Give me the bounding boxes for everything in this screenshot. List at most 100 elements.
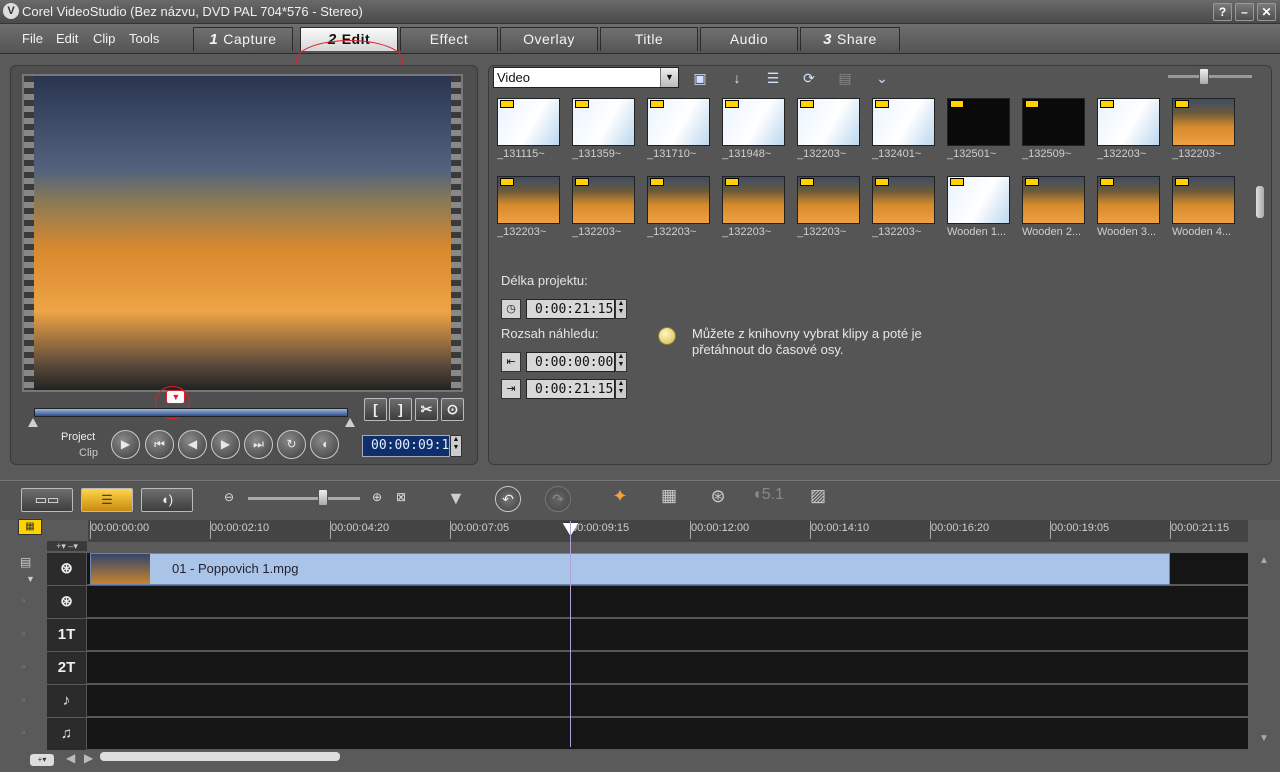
library-thumbnail[interactable]: Wooden 1... — [947, 176, 1010, 240]
preview-timecode[interactable]: 00:00:09:15 — [362, 435, 457, 457]
library-thumbnail[interactable]: _132401~ — [872, 98, 935, 162]
repeat-button[interactable]: ↻ — [277, 430, 306, 459]
undo-button[interactable]: ↶ — [495, 486, 521, 512]
scroll-left-icon[interactable]: ◀ — [66, 751, 75, 765]
chapter-marker-button[interactable]: ▨ — [803, 486, 833, 512]
overlay-track-icon[interactable]: ⊛ — [47, 586, 87, 618]
track-lock-icon[interactable]: ▫ — [22, 662, 34, 674]
menu-tools[interactable]: Tools — [129, 31, 159, 46]
library-thumbnail[interactable]: _132203~ — [872, 176, 935, 240]
timeline-horizontal-scrollbar[interactable] — [100, 752, 340, 761]
storyboard-view-button[interactable]: ▭▭ — [21, 488, 73, 512]
timecode-spinner[interactable]: ▲ ▼ — [450, 435, 462, 457]
library-thumbnail[interactable]: _132509~ — [1022, 98, 1085, 162]
library-thumbnail[interactable]: _131948~ — [722, 98, 785, 162]
mode-project[interactable]: Project — [61, 431, 95, 443]
library-category-select[interactable]: Video ▼ — [493, 67, 679, 88]
zoom-in-icon[interactable]: ⊕ — [372, 490, 382, 504]
duration-spinner[interactable]: ▲ ▼ — [615, 299, 627, 319]
timeline-track[interactable] — [47, 586, 1248, 618]
library-scrollbar[interactable] — [1256, 186, 1264, 218]
play-button[interactable]: ▶ — [111, 430, 140, 459]
zoom-slider-handle[interactable] — [318, 489, 328, 506]
music-track-icon[interactable]: ♫ — [47, 718, 87, 750]
scrub-bar[interactable] — [34, 408, 348, 417]
step-capture[interactable]: 1 Capture — [193, 27, 293, 51]
track-lock-icon[interactable]: ▫ — [22, 728, 34, 740]
voice-track-icon[interactable]: ♪ — [47, 685, 87, 717]
step-title[interactable]: Title — [600, 27, 698, 51]
track-lock-icon[interactable]: ▫ — [22, 596, 34, 608]
cut-clip-button[interactable]: ✂ — [415, 398, 438, 421]
timeline-track[interactable] — [47, 685, 1248, 717]
zoom-track-icon[interactable]: +▾ — [30, 754, 54, 766]
track-lock-icon[interactable]: ▫ — [22, 629, 34, 641]
library-thumbnail[interactable]: _132501~ — [947, 98, 1010, 162]
step-audio[interactable]: Audio — [700, 27, 798, 51]
options-menu-button[interactable]: ⌄ — [870, 67, 894, 89]
range-start-spinner[interactable]: ▲ ▼ — [615, 352, 627, 372]
library-thumbnail[interactable]: _132203~ — [797, 176, 860, 240]
add-track-button[interactable]: ⊛ — [703, 486, 733, 512]
track-manager-icon[interactable]: ▤ — [20, 555, 31, 569]
timeline-track[interactable] — [47, 652, 1248, 684]
redo-button[interactable]: ↷ — [545, 486, 571, 512]
previous-frame-button[interactable]: ◀ — [178, 430, 207, 459]
enlarge-preview-button[interactable]: ⊙ — [441, 398, 464, 421]
view-options-button[interactable]: ☰ — [761, 67, 785, 89]
range-end-spinner[interactable]: ▲ ▼ — [615, 379, 627, 399]
mode-clip[interactable]: Clip — [79, 447, 98, 459]
scroll-right-icon[interactable]: ▶ — [84, 751, 93, 765]
library-thumbnail[interactable]: Wooden 2... — [1022, 176, 1085, 240]
audio-view-button[interactable]: ◖) — [141, 488, 193, 512]
timeline-track[interactable] — [47, 619, 1248, 651]
library-thumbnail[interactable]: Wooden 4... — [1172, 176, 1235, 240]
surround-mixer-button[interactable]: ◖5.1 — [750, 486, 786, 512]
library-thumbnail[interactable]: _132203~ — [797, 98, 860, 162]
library-thumbnail[interactable]: _132203~ — [1172, 98, 1235, 162]
menu-file[interactable]: File — [22, 31, 43, 46]
library-thumbnail[interactable]: _131359~ — [572, 98, 635, 162]
batch-button[interactable]: ▤ — [833, 67, 857, 89]
trim-left-icon[interactable] — [28, 418, 38, 427]
fit-project-icon[interactable]: ⊠ — [396, 490, 406, 504]
library-thumbnail[interactable]: _132203~ — [497, 176, 560, 240]
track-options-icon[interactable]: +▾ –▾ — [47, 541, 87, 551]
volume-button[interactable]: ◖ — [310, 430, 339, 459]
smart-proxy-button[interactable]: ✦ — [605, 486, 635, 512]
project-duration-timecode[interactable]: 0:00:21:15 — [526, 299, 615, 319]
minimize-button[interactable]: – — [1235, 3, 1254, 21]
library-thumbnail[interactable]: _132203~ — [572, 176, 635, 240]
batch-convert-button[interactable]: ▦ — [654, 486, 684, 512]
title-track-1-icon[interactable]: 1T — [47, 619, 87, 651]
help-button[interactable]: ? — [1213, 3, 1232, 21]
chevron-down-icon[interactable]: ▼ — [660, 68, 678, 87]
zoom-out-icon[interactable]: ⊖ — [224, 490, 234, 504]
timeline-view-button[interactable]: ☰ — [81, 488, 133, 512]
menu-edit[interactable]: Edit — [56, 31, 78, 46]
library-thumbnail[interactable]: _131115~ — [497, 98, 560, 162]
thumb-size-slider-handle[interactable] — [1199, 68, 1209, 85]
step-effect[interactable]: Effect — [400, 27, 498, 51]
library-manager-button[interactable]: ⟳ — [797, 67, 821, 89]
trim-right-icon[interactable] — [345, 418, 355, 427]
range-start-timecode[interactable]: 0:00:00:00 — [526, 352, 615, 372]
scroll-up-icon[interactable]: ▲ — [1259, 555, 1269, 566]
insert-media-icon[interactable]: ▼ — [447, 488, 465, 509]
timeline-track[interactable] — [47, 718, 1248, 750]
library-thumbnail[interactable]: _132203~ — [647, 176, 710, 240]
library-thumbnail[interactable]: Wooden 3... — [1097, 176, 1160, 240]
close-button[interactable]: ✕ — [1257, 3, 1276, 21]
title-track-2-icon[interactable]: 2T — [47, 652, 87, 684]
collapse-tracks-icon[interactable]: ▼ — [26, 574, 35, 584]
step-overlay[interactable]: Overlay — [500, 27, 598, 51]
library-thumbnail[interactable]: _132203~ — [1097, 98, 1160, 162]
sort-button[interactable]: ↓ — [725, 67, 749, 89]
next-frame-button[interactable]: ▶ — [211, 430, 240, 459]
end-button[interactable]: ⏭ — [244, 430, 273, 459]
scroll-down-icon[interactable]: ▼ — [1259, 733, 1269, 744]
mark-out-button[interactable]: ] — [389, 398, 412, 421]
open-folder-button[interactable]: ▣ — [688, 67, 712, 89]
menu-clip[interactable]: Clip — [93, 31, 115, 46]
step-share[interactable]: 3 Share — [800, 27, 900, 51]
